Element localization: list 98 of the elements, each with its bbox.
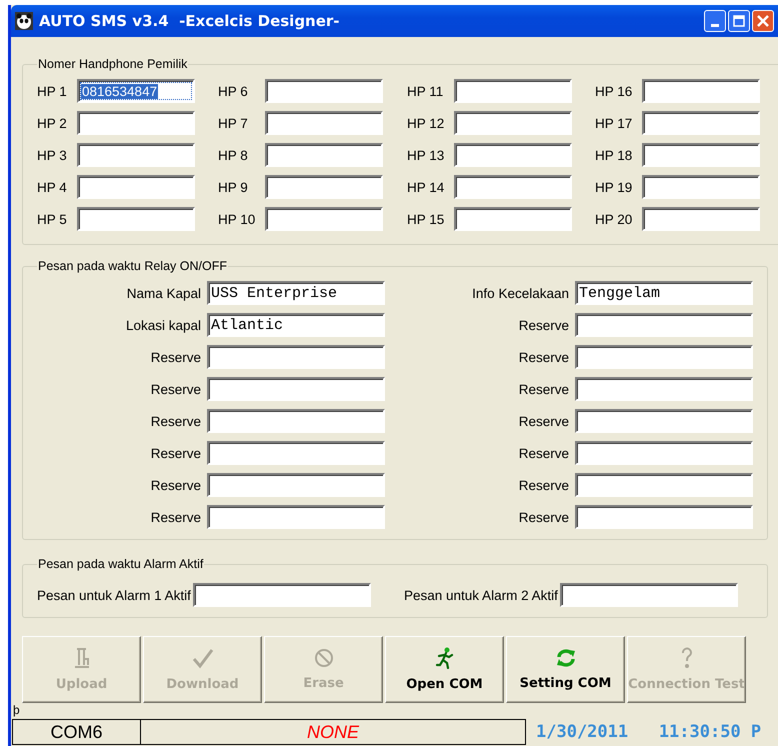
input-field[interactable] [454, 143, 572, 167]
field-label: HP 1 [37, 84, 68, 98]
field-label: Reserve [150, 510, 201, 524]
field-label: HP 7 [218, 116, 249, 130]
input-field[interactable] [265, 111, 383, 135]
field-label: Info Kecelakaan [471, 286, 569, 300]
group-title: Pesan pada waktu Alarm Aktif [37, 557, 204, 571]
field-label: Reserve [150, 382, 201, 396]
field-label: HP 12 [407, 116, 446, 130]
field-label: Reserve [518, 414, 569, 428]
field-label: HP 17 [595, 116, 634, 130]
field-label: HP 14 [407, 180, 446, 194]
input-field[interactable] [575, 409, 753, 433]
field-label: HP 18 [595, 148, 634, 162]
field-label: Pesan untuk Alarm 1 Aktif [37, 588, 191, 602]
input-field[interactable] [454, 175, 572, 199]
refresh-icon [554, 648, 576, 668]
check-icon [192, 647, 214, 669]
input-field[interactable] [575, 505, 753, 529]
input-field[interactable] [207, 377, 385, 401]
input-field[interactable]: USS Enterprise [207, 281, 385, 305]
field-label: Reserve [518, 318, 569, 332]
field-label: HP 13 [407, 148, 446, 162]
close-button[interactable] [752, 10, 774, 32]
input-field[interactable] [575, 473, 753, 497]
marker-text: þ [13, 703, 20, 717]
field-label: HP 9 [218, 180, 249, 194]
input-field[interactable] [265, 143, 383, 167]
input-field[interactable] [207, 505, 385, 529]
input-field[interactable]: 0816534847 [77, 79, 195, 103]
input-field[interactable] [265, 79, 383, 103]
input-field[interactable] [454, 111, 572, 135]
field-label: Reserve [150, 478, 201, 492]
help-icon [680, 647, 694, 669]
field-label: HP 6 [218, 84, 249, 98]
input-field[interactable] [575, 441, 753, 465]
field-label: Reserve [518, 510, 569, 524]
input-field[interactable] [642, 111, 760, 135]
field-label: Nama Kapal [126, 286, 201, 300]
field-label: Reserve [518, 478, 569, 492]
input-field[interactable] [642, 143, 760, 167]
field-label: HP 3 [37, 148, 68, 162]
input-field[interactable] [207, 345, 385, 369]
input-field[interactable] [207, 441, 385, 465]
input-field[interactable] [265, 175, 383, 199]
window-title: AUTO SMS v3.4 -Excelcis Designer- [39, 12, 340, 30]
input-field[interactable]: Tenggelam [575, 281, 753, 305]
field-label: Reserve [150, 350, 201, 364]
field-label: Reserve [518, 350, 569, 364]
close-icon [757, 15, 769, 27]
group-title: Nomer Handphone Pemilik [37, 57, 188, 71]
group-title: Pesan pada waktu Relay ON/OFF [37, 259, 228, 273]
connection-state: NONE [141, 719, 526, 745]
maximize-icon [733, 15, 745, 27]
field-label: HP 10 [218, 212, 256, 226]
minimize-icon [711, 24, 719, 26]
input-field[interactable] [77, 143, 195, 167]
input-field[interactable] [642, 79, 760, 103]
field-label: HP 16 [595, 84, 634, 98]
field-label: Reserve [518, 446, 569, 460]
field-label: HP 15 [407, 212, 446, 226]
input-field[interactable] [77, 111, 195, 135]
input-field[interactable] [642, 175, 760, 199]
date-time: 1/30/2011 11:30:50 P [535, 722, 762, 742]
input-field[interactable] [575, 345, 753, 369]
field-label: HP 8 [218, 148, 249, 162]
no-entry-icon [314, 648, 334, 668]
port-name: COM6 [12, 719, 141, 745]
field-label: HP 5 [37, 212, 68, 226]
running-figure-icon [434, 647, 454, 669]
field-label: HP 19 [595, 180, 634, 194]
input-field[interactable] [265, 207, 383, 231]
field-label: Reserve [150, 446, 201, 460]
field-label: Pesan untuk Alarm 2 Aktif [404, 588, 558, 602]
field-label: HP 20 [595, 212, 634, 226]
input-field[interactable] [642, 207, 760, 231]
field-label: Lokasi kapal [124, 318, 201, 332]
minimize-button[interactable] [704, 10, 726, 32]
input-field[interactable] [454, 207, 572, 231]
field-label: HP 4 [37, 180, 68, 194]
maximize-button[interactable] [728, 10, 750, 32]
input-field[interactable] [77, 175, 195, 199]
setting-button[interactable]: Setting COM [506, 636, 625, 703]
input-field[interactable] [207, 409, 385, 433]
input-field[interactable] [192, 583, 371, 607]
field-label: Reserve [150, 414, 201, 428]
input-field[interactable] [560, 583, 738, 607]
field-label: HP 2 [37, 116, 68, 130]
input-field[interactable] [454, 79, 572, 103]
field-label: Reserve [518, 382, 569, 396]
input-field[interactable]: Atlantic [207, 313, 385, 337]
panda-icon [15, 12, 33, 30]
input-field[interactable] [575, 377, 753, 401]
field-label: HP 11 [407, 84, 444, 98]
input-field[interactable] [207, 473, 385, 497]
open-button[interactable]: Open COM [385, 636, 504, 703]
input-field[interactable] [575, 313, 753, 337]
input-field[interactable] [77, 207, 195, 231]
